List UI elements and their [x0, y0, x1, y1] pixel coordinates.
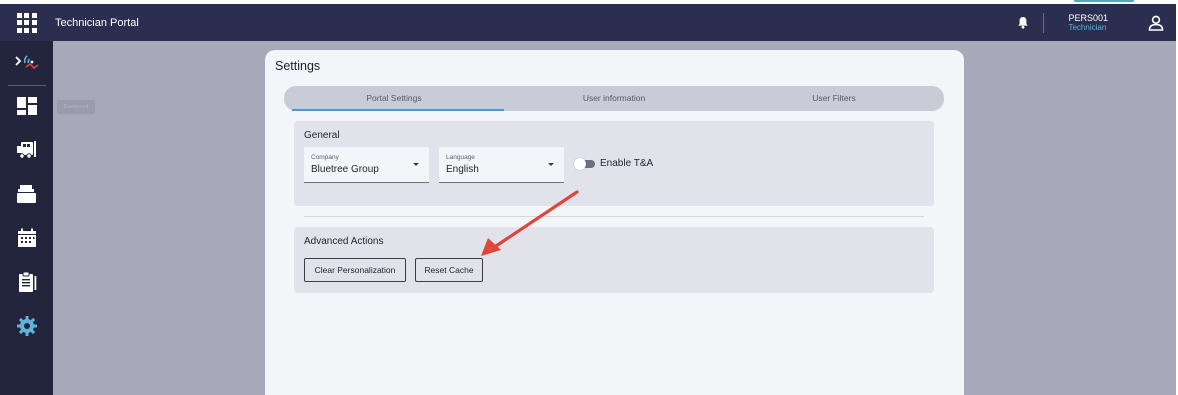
app-launcher-grid-icon[interactable] — [0, 4, 53, 41]
sidebar-item-files[interactable] — [0, 174, 53, 218]
tab-user-information[interactable]: User information — [504, 86, 724, 111]
company-select-label: Company — [311, 154, 339, 161]
sidebar-item-vehicle[interactable] — [0, 130, 53, 174]
clear-personalization-button[interactable]: Clear Personalization — [304, 258, 406, 282]
top-accent — [1074, 0, 1134, 2]
language-select[interactable]: Language English — [439, 147, 564, 183]
sidebar-item-tasks[interactable] — [0, 262, 53, 306]
page-title: Settings — [275, 59, 321, 73]
folder-icon — [16, 184, 38, 209]
app-title: Technician Portal — [55, 16, 139, 29]
section-divider — [304, 216, 924, 217]
general-section: General Company Bluetree Group Language … — [294, 121, 934, 206]
gear-icon — [16, 315, 38, 342]
tab-portal-settings[interactable]: Portal Settings — [284, 86, 504, 111]
user-info[interactable]: PERS001 Technician — [1068, 13, 1108, 33]
user-profile-icon[interactable] — [1138, 4, 1174, 41]
signal-expand-icon — [14, 50, 40, 77]
sidebar-item-settings[interactable] — [0, 306, 53, 350]
general-section-title: General — [304, 130, 340, 141]
header-right: PERS001 Technician — [1003, 4, 1176, 41]
truck-icon — [16, 140, 38, 165]
sidebar-tooltip: Dashboard — [57, 100, 95, 114]
chevron-down-icon — [548, 163, 554, 166]
toggle-thumb — [574, 158, 586, 170]
sidebar-item-calendar[interactable] — [0, 218, 53, 262]
advanced-actions-section: Advanced Actions Clear Personalization R… — [294, 227, 934, 293]
sidebar — [0, 41, 53, 395]
enable-ta-label: Enable T&A — [600, 158, 654, 169]
bell-icon[interactable] — [1003, 4, 1043, 41]
company-select-value: Bluetree Group — [311, 164, 379, 175]
company-select[interactable]: Company Bluetree Group — [304, 147, 429, 183]
language-select-label: Language — [446, 154, 475, 161]
language-select-value: English — [446, 164, 479, 175]
sidebar-item-expand[interactable] — [0, 41, 53, 85]
app-header: Technician Portal PERS001 Technician — [0, 4, 1176, 41]
tab-user-filters[interactable]: User Filters — [724, 86, 944, 111]
sidebar-item-dashboard[interactable] — [0, 86, 53, 130]
advanced-actions-title: Advanced Actions — [304, 236, 384, 247]
header-divider — [1043, 12, 1045, 33]
settings-panel: Settings Portal Settings User informatio… — [265, 50, 964, 395]
enable-ta-toggle[interactable] — [574, 158, 595, 170]
settings-tabs: Portal Settings User information User Fi… — [284, 86, 944, 111]
calendar-icon — [16, 228, 38, 253]
chevron-down-icon — [413, 163, 419, 166]
user-role: Technician — [1068, 22, 1107, 32]
reset-cache-button[interactable]: Reset Cache — [415, 258, 483, 282]
clipboard-icon — [16, 271, 38, 298]
dashboard-icon — [16, 96, 38, 121]
user-id: PERS001 — [1068, 12, 1108, 23]
